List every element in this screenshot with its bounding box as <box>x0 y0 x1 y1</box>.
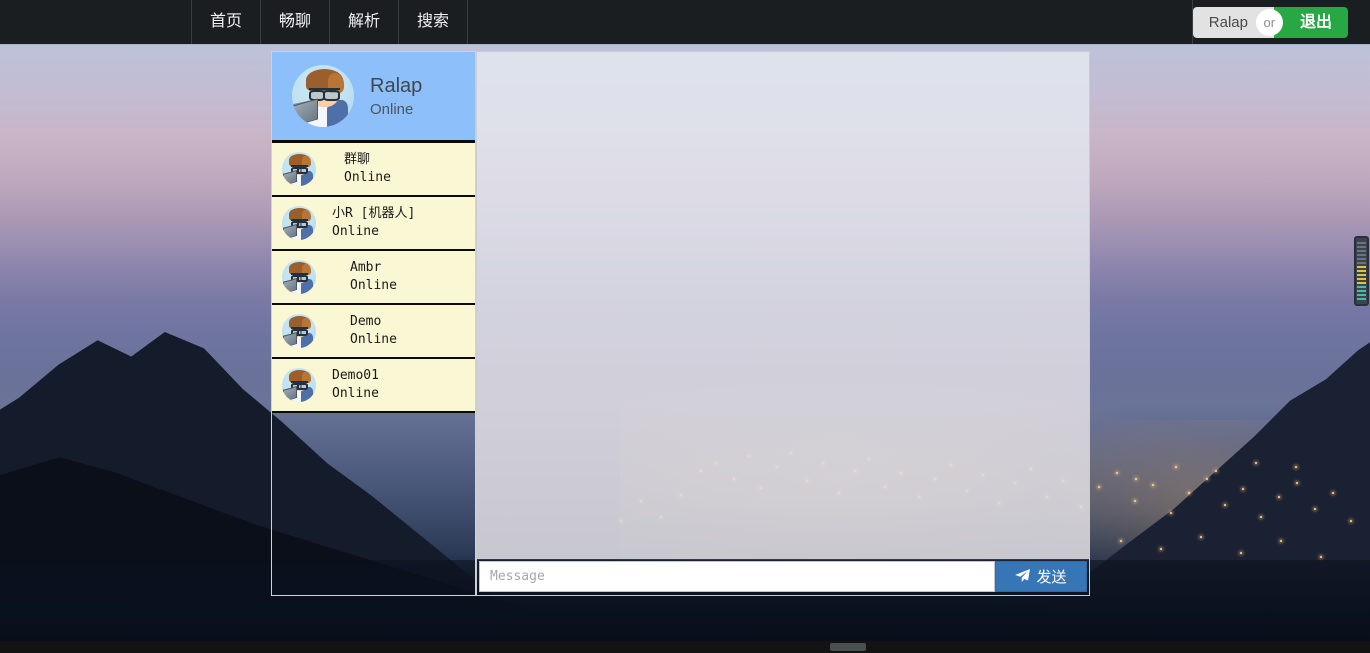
user-status: Online <box>332 224 379 239</box>
navbar-right: Ralap or 退出 <box>1192 0 1370 44</box>
user-meta: Demo Online <box>330 313 397 348</box>
avatar-glasses <box>291 164 309 174</box>
user-name: 群聊 <box>344 152 371 168</box>
app-root: 首页 畅聊 解析 搜索 Ralap or 退出 Ralap Online 群聊 Online… <box>0 0 1370 653</box>
user-name: 小R [机器人] <box>332 206 416 222</box>
avatar <box>282 152 316 186</box>
navbar-brand-space <box>0 0 191 44</box>
horizontal-scrollbar-track[interactable] <box>0 641 1370 653</box>
user-meta: Demo01 Online <box>330 367 379 402</box>
user-status: Online <box>350 332 397 347</box>
user-list-item[interactable]: Ambr Online <box>272 251 475 305</box>
scrollbar-segment <box>1357 242 1366 244</box>
scrollbar-segment <box>1357 278 1366 280</box>
horizontal-scrollbar-thumb[interactable] <box>830 643 866 651</box>
navbar-links: 首页 畅聊 解析 搜索 <box>191 0 469 44</box>
scrollbar-segment <box>1357 274 1366 276</box>
user-name: Ambr <box>350 260 382 276</box>
scrollbar-segment <box>1357 294 1366 296</box>
user-meta: 群聊 Online <box>330 151 391 186</box>
paper-plane-icon <box>1015 568 1031 585</box>
user-meta: 小R [机器人] Online <box>330 205 415 240</box>
user-status: Online <box>332 386 379 401</box>
chat-panel: 发送 <box>476 51 1090 596</box>
scrollbar-segment <box>1357 250 1366 252</box>
avatar <box>282 260 316 294</box>
user-name: Demo <box>350 314 382 330</box>
scrollbar-segment <box>1357 246 1366 248</box>
avatar-glasses <box>308 87 340 102</box>
scrollbar-segment <box>1357 266 1366 268</box>
user-list-item[interactable]: 群聊 Online <box>272 143 475 197</box>
vertical-scrollbar-track[interactable] <box>1353 46 1370 636</box>
navbar-spacer <box>468 0 1193 44</box>
navbar: 首页 畅聊 解析 搜索 Ralap or 退出 <box>0 0 1370 45</box>
chat-message-area[interactable] <box>477 52 1089 559</box>
message-input[interactable] <box>479 561 995 592</box>
user-status: Online <box>370 100 414 118</box>
scrollbar-segment <box>1357 298 1366 300</box>
user-name: Demo01 <box>332 368 379 384</box>
avatar-glasses <box>291 218 309 228</box>
or-badge: or <box>1255 8 1283 36</box>
scrollbar-segment <box>1357 286 1366 288</box>
user-status: Online <box>350 278 397 293</box>
avatar <box>282 206 316 240</box>
user-list-item[interactable]: 小R [机器人] Online <box>272 197 475 251</box>
scrollbar-segment <box>1357 258 1366 260</box>
scrollbar-segment <box>1357 270 1366 272</box>
vertical-scrollbar-thumb[interactable] <box>1354 236 1369 306</box>
user-meta: Ralap Online <box>370 73 422 120</box>
user-list: Ralap Online 群聊 Online 小R [机器人] Online Ambr Onl… <box>272 52 475 413</box>
nav-link-chat[interactable]: 畅聊 <box>260 0 329 44</box>
user-list-panel: Ralap Online 群聊 Online 小R [机器人] Online Ambr Onl… <box>271 51 476 596</box>
avatar-glasses <box>291 380 309 390</box>
user-list-item[interactable]: Demo Online <box>272 305 475 359</box>
send-button[interactable]: 发送 <box>995 561 1087 592</box>
avatar <box>282 314 316 348</box>
user-status: Online <box>344 170 391 185</box>
nav-link-home[interactable]: 首页 <box>191 0 260 44</box>
nav-link-parse[interactable]: 解析 <box>329 0 398 44</box>
scrollbar-segment <box>1357 254 1366 256</box>
scrollbar-segment <box>1357 262 1366 264</box>
avatar <box>282 368 316 402</box>
avatar-glasses <box>291 272 309 282</box>
user-name: Ralap <box>370 74 423 97</box>
logout-button[interactable]: 退出 <box>1273 6 1348 38</box>
user-meta: Ambr Online <box>330 259 397 294</box>
nav-link-search[interactable]: 搜索 <box>398 0 469 44</box>
send-button-label: 发送 <box>1036 569 1067 586</box>
account-button-group: Ralap or 退出 <box>1192 6 1348 38</box>
scrollbar-segment <box>1357 282 1366 284</box>
user-list-item-selected[interactable]: Ralap Online <box>272 52 475 143</box>
scrollbar-segment <box>1357 290 1366 292</box>
chat-input-bar: 发送 <box>477 559 1089 595</box>
avatar <box>292 65 354 127</box>
user-list-item[interactable]: Demo01 Online <box>272 359 475 413</box>
avatar-glasses <box>291 326 309 336</box>
